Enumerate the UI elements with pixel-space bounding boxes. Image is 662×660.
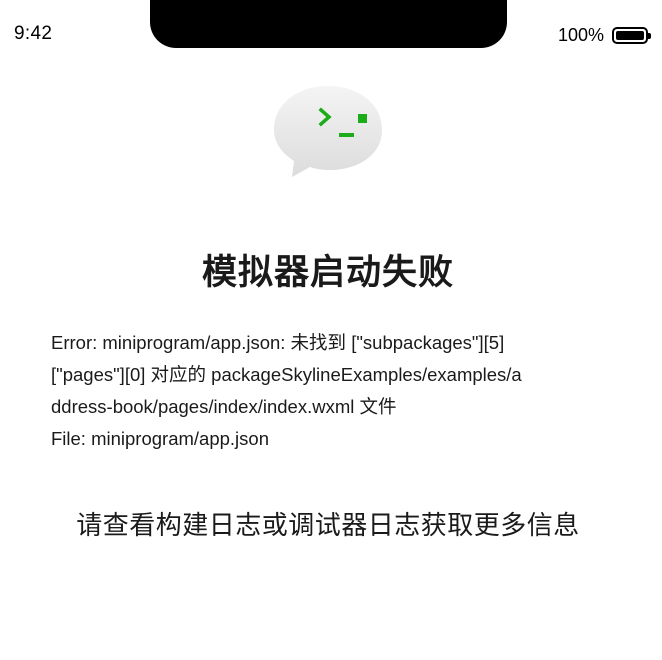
battery-icon bbox=[612, 27, 651, 44]
hint-text: 请查看构建日志或调试器日志获取更多信息 bbox=[76, 510, 580, 540]
error-line: File: miniprogram/app.json bbox=[51, 428, 269, 449]
device-notch bbox=[150, 0, 507, 48]
status-time: 9:42 bbox=[14, 23, 53, 44]
simulator-screen: 9:42 100% 模拟器启动失败 Error: miniprogram/app… bbox=[0, 0, 662, 660]
error-message: Error: miniprogram/app.json: 未找到 ["subpa… bbox=[51, 327, 611, 455]
page-title: 模拟器启动失败 bbox=[201, 253, 454, 292]
wechat-devtools-terminal-icon bbox=[274, 86, 382, 177]
error-line: ddress-book/pages/index/index.wxml 文件 bbox=[51, 396, 397, 417]
status-right: 100% bbox=[557, 25, 651, 46]
error-line: Error: miniprogram/app.json: 未找到 ["subpa… bbox=[51, 332, 505, 353]
error-line: ["pages"][0] 对应的 packageSkylineExamples/… bbox=[51, 364, 522, 385]
battery-percent: 100% bbox=[557, 25, 604, 45]
